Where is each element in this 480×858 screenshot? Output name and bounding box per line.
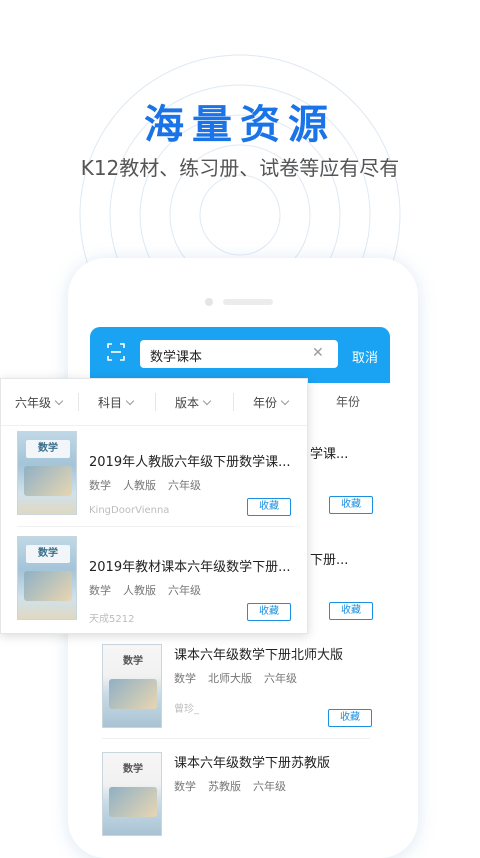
behind-title-1: 学课... bbox=[310, 447, 349, 462]
filter-edition[interactable]: 版本 bbox=[175, 394, 212, 411]
filter-subject[interactable]: 科目 bbox=[98, 394, 135, 411]
list-item[interactable]: 数学 课本六年级数学下册苏教版 数学 苏教版 六年级 bbox=[102, 752, 382, 842]
filter-divider bbox=[233, 393, 234, 411]
book-tags: 数学 苏教版 六年级 bbox=[174, 780, 286, 793]
list-item[interactable]: 数学 2019年教材课本六年级数学下册... 数学 人教版 六年级 天成5212 收… bbox=[17, 536, 295, 626]
filter-year-behind[interactable]: 年份 bbox=[300, 385, 410, 413]
cancel-button[interactable]: 取消 bbox=[352, 347, 378, 366]
book-tags: 数学 人教版 六年级 bbox=[89, 479, 201, 492]
list-item[interactable]: 数学 2019年人教版六年级下册数学课... 数学 人教版 六年级 KingDoor… bbox=[17, 431, 295, 521]
search-input[interactable]: 数学课本 bbox=[140, 340, 338, 368]
book-cover-art bbox=[24, 571, 72, 601]
book-cover: 数学 bbox=[17, 536, 77, 620]
divider bbox=[17, 526, 295, 527]
book-title: 2019年人教版六年级下册数学课... bbox=[89, 455, 291, 470]
clear-icon[interactable]: ✕ bbox=[312, 345, 324, 361]
fav-button-behind-1[interactable]: 收藏 bbox=[329, 496, 373, 514]
list-item[interactable]: 数学 课本六年级数学下册北师大版 数学 北师大版 六年级 曾珍_ 收藏 bbox=[102, 644, 382, 734]
book-cover-title: 数学 bbox=[26, 545, 70, 563]
chevron-down-icon bbox=[125, 396, 135, 406]
book-cover-title: 数学 bbox=[123, 764, 143, 775]
book-source: 天成5212 bbox=[89, 614, 135, 625]
fav-button[interactable]: 收藏 bbox=[247, 498, 291, 516]
book-cover-art bbox=[109, 787, 157, 817]
divider bbox=[102, 738, 370, 739]
hero-title: 海量资源 bbox=[144, 102, 336, 148]
book-title: 课本六年级数学下册苏教版 bbox=[174, 756, 331, 771]
filter-bar: 六年级 科目 版本 年份 bbox=[1, 379, 307, 426]
book-title: 2019年教材课本六年级数学下册... bbox=[89, 560, 291, 575]
phone-speaker bbox=[223, 299, 273, 305]
fav-button-behind-2[interactable]: 收藏 bbox=[329, 602, 373, 620]
fav-button[interactable]: 收藏 bbox=[247, 603, 291, 621]
filter-grade[interactable]: 六年级 bbox=[15, 394, 64, 411]
book-cover: 数学 bbox=[102, 752, 162, 836]
filter-divider bbox=[155, 393, 156, 411]
book-cover: 数学 bbox=[102, 644, 162, 728]
chevron-down-icon bbox=[54, 396, 64, 406]
book-source: 曾珍_ bbox=[174, 704, 199, 715]
phone-camera bbox=[205, 298, 213, 306]
behind-title-2: 下册... bbox=[310, 553, 349, 568]
filter-divider bbox=[78, 393, 79, 411]
book-cover-art bbox=[109, 679, 157, 709]
filter-year[interactable]: 年份 bbox=[253, 394, 290, 411]
scan-icon[interactable] bbox=[106, 342, 126, 362]
fav-button[interactable]: 收藏 bbox=[328, 709, 372, 727]
filter-year-behind-label: 年份 bbox=[336, 395, 361, 409]
book-cover-title: 数学 bbox=[123, 656, 143, 667]
book-source: KingDoorVienna bbox=[89, 505, 170, 516]
book-cover: 数学 bbox=[17, 431, 77, 515]
results-panel: 六年级 科目 版本 年份 数学 2019年人教版六年级下册数学课... 数学 人教… bbox=[0, 378, 308, 634]
book-title: 课本六年级数学下册北师大版 bbox=[174, 648, 344, 663]
hero-subtitle: K12教材、练习册、试卷等应有尽有 bbox=[80, 156, 400, 180]
book-tags: 数学 北师大版 六年级 bbox=[174, 672, 297, 685]
book-tags: 数学 人教版 六年级 bbox=[89, 584, 201, 597]
chevron-down-icon bbox=[280, 396, 290, 406]
book-cover-title: 数学 bbox=[26, 440, 70, 458]
chevron-down-icon bbox=[202, 396, 212, 406]
book-cover-art bbox=[24, 466, 72, 496]
